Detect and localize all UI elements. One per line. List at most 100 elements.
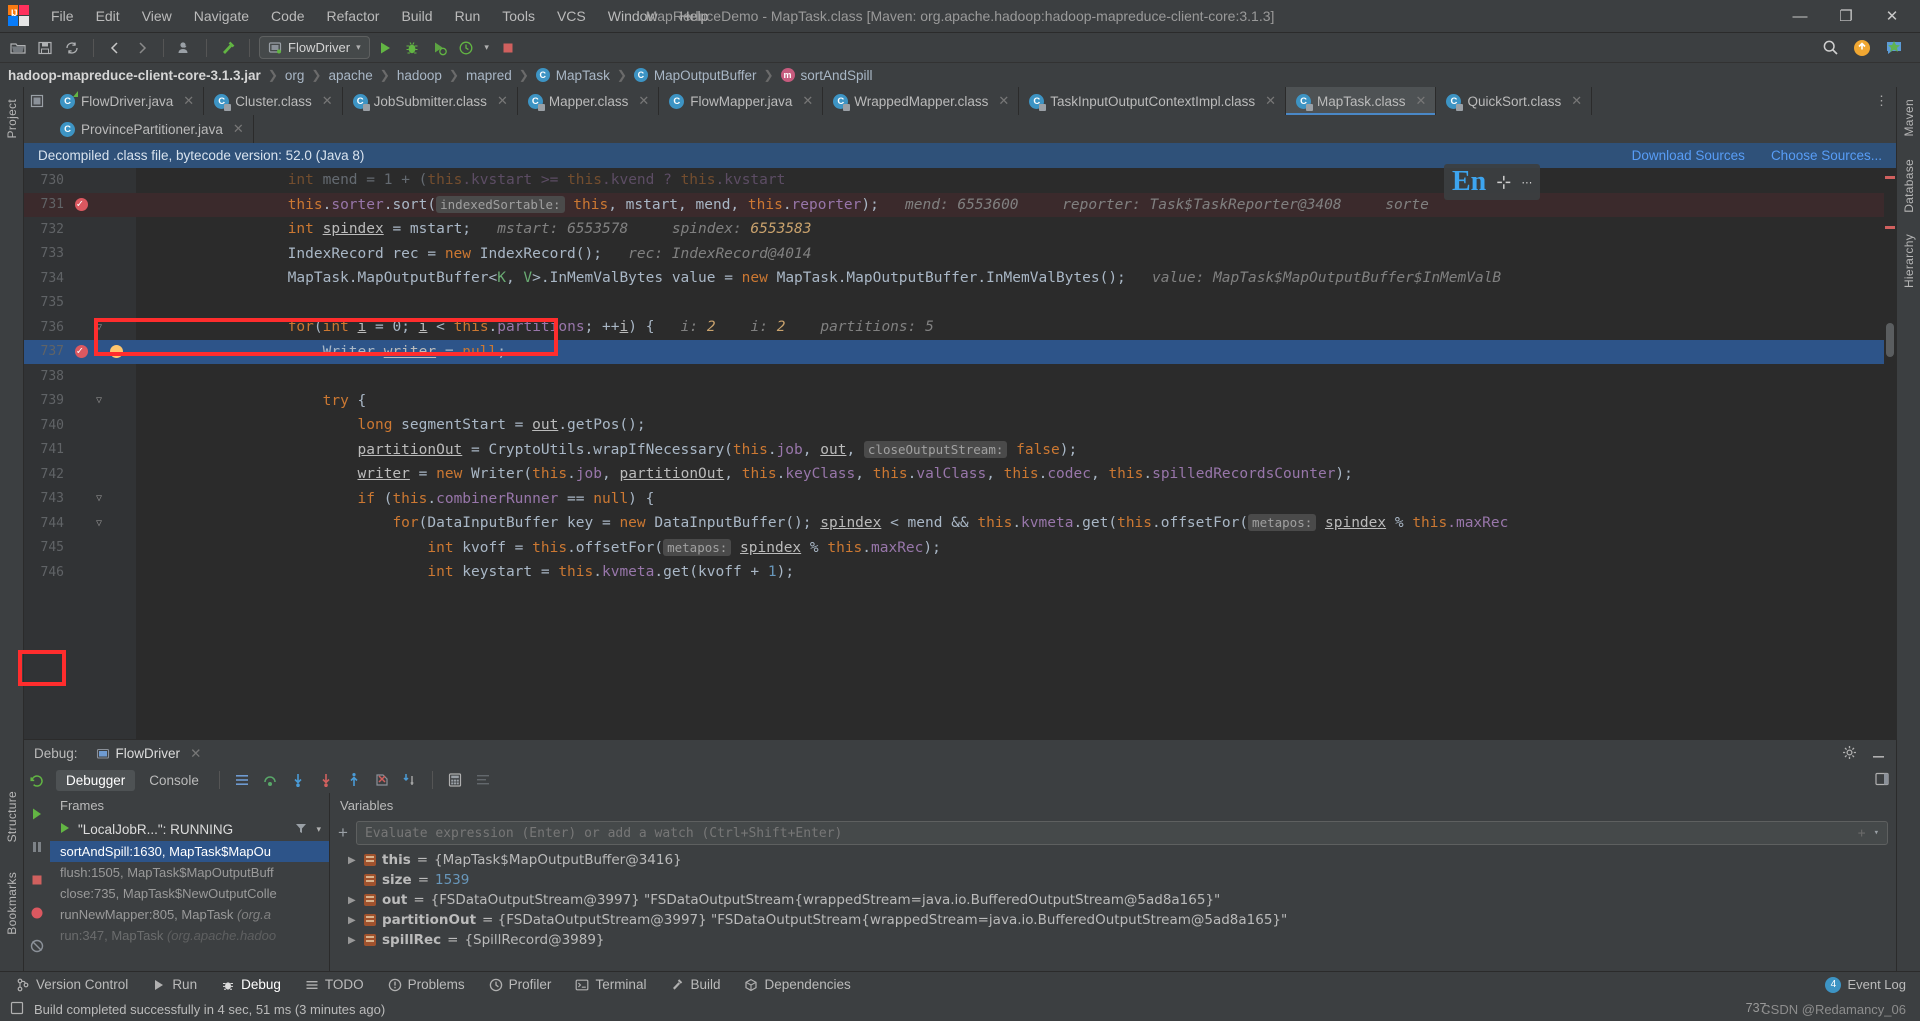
fold-icon[interactable]: ▽ <box>92 322 106 333</box>
chevron-right-icon[interactable]: ▶ <box>348 855 358 866</box>
breadcrumb-item-mapoutputbuffer[interactable]: MapOutputBuffer <box>654 68 757 83</box>
close-icon[interactable]: ✕ <box>190 746 201 762</box>
menu-window[interactable]: Window <box>597 4 669 28</box>
bottom-item-build[interactable]: Build <box>658 974 732 995</box>
force-step-into-icon[interactable] <box>314 768 338 792</box>
add-icon[interactable]: + <box>1858 826 1866 841</box>
tool-window-project[interactable]: Project <box>5 93 19 144</box>
menu-code[interactable]: Code <box>260 4 315 28</box>
save-all-icon[interactable] <box>33 36 57 60</box>
ime-indicator[interactable]: En ⊹ ⋯ <box>1444 164 1541 200</box>
variable-row[interactable]: ▶ partitionOut = {FSDataOutputStream@399… <box>330 910 1896 930</box>
settings-list-icon[interactable] <box>471 768 495 792</box>
variable-row[interactable]: size = 1539 <box>330 870 1896 890</box>
menu-navigate[interactable]: Navigate <box>183 4 260 28</box>
evaluate-expression-icon[interactable] <box>443 768 467 792</box>
code-editor[interactable]: 730 731 ✓ 732 733 734 735 736 ▽ 737 ✓ 73… <box>24 168 1896 739</box>
tab-jobsubmitter-class[interactable]: C JobSubmitter.class ✕ <box>342 87 518 115</box>
step-over-icon[interactable] <box>258 768 282 792</box>
stop-icon[interactable] <box>29 872 45 891</box>
tab-debugger[interactable]: Debugger <box>56 769 136 791</box>
editor-code-area[interactable]: int mend = 1 + (this.kvstart >= this.kve… <box>136 168 1896 739</box>
add-watch-icon[interactable]: + <box>338 823 348 843</box>
step-into-icon[interactable] <box>286 768 310 792</box>
step-out-icon[interactable] <box>342 768 366 792</box>
bottom-item-profiler[interactable]: Profiler <box>477 974 564 995</box>
error-stripe-mark[interactable] <box>1885 226 1895 229</box>
variables-list[interactable]: ▶ this = {MapTask$MapOutputBuffer@3416} <box>330 848 1896 971</box>
bottom-item-problems[interactable]: Problems <box>376 974 477 995</box>
tab-mapper-class[interactable]: C Mapper.class ✕ <box>517 87 660 115</box>
choose-sources-link[interactable]: Choose Sources... <box>1771 148 1882 163</box>
chevron-right-icon[interactable]: ▶ <box>348 935 358 946</box>
bottom-item-todo[interactable]: TODO <box>293 974 376 995</box>
stop-icon[interactable] <box>496 36 520 60</box>
breadcrumb-item-apache[interactable]: apache <box>328 68 372 83</box>
gear-icon[interactable] <box>1842 745 1857 763</box>
pause-icon[interactable] <box>29 839 45 858</box>
build-hammer-icon[interactable] <box>216 36 240 60</box>
maximize-button[interactable]: ❐ <box>1824 1 1868 32</box>
variable-row[interactable]: ▶ spillRec = {SpillRecord@3989} <box>330 930 1896 950</box>
profiler-icon[interactable] <box>454 36 478 60</box>
error-stripe-mark[interactable] <box>1885 176 1895 179</box>
close-icon[interactable]: ✕ <box>1265 93 1276 109</box>
chevron-right-icon[interactable]: ▶ <box>348 895 358 906</box>
variable-row[interactable]: ▶ this = {MapTask$MapOutputBuffer@3416} <box>330 850 1896 870</box>
tab-maptask-class[interactable]: C MapTask.class ✕ <box>1286 87 1437 115</box>
menu-view[interactable]: View <box>131 4 183 28</box>
tool-window-bookmarks[interactable]: Bookmarks <box>5 866 19 941</box>
menu-run[interactable]: Run <box>444 4 492 28</box>
debug-session-tab[interactable]: FlowDriver ✕ <box>88 744 210 764</box>
drop-frame-icon[interactable] <box>370 768 394 792</box>
pin-icon[interactable]: ⊹ <box>1496 172 1511 193</box>
open-folder-icon[interactable] <box>6 36 30 60</box>
layout-settings-icon[interactable] <box>1874 771 1890 790</box>
tab-cluster-class[interactable]: C Cluster.class ✕ <box>204 87 343 115</box>
resume-program-icon[interactable] <box>29 806 45 825</box>
run-to-cursor-icon[interactable] <box>398 768 422 792</box>
tab-wrappedmapper-class[interactable]: C WrappedMapper.class ✕ <box>823 87 1020 115</box>
variable-row[interactable]: ▶ out = {FSDataOutputStream@3997} "FSDat… <box>330 890 1896 910</box>
menu-vcs[interactable]: VCS <box>546 4 597 28</box>
frames-list[interactable]: sortAndSpill:1630, MapTask$MapOu flush:1… <box>50 841 329 971</box>
menu-tools[interactable]: Tools <box>491 4 546 28</box>
breadcrumb-item-maptask[interactable]: MapTask <box>556 68 610 83</box>
profiler-dropdown-icon[interactable]: ▾ <box>481 36 493 60</box>
download-sources-link[interactable]: Download Sources <box>1632 148 1745 163</box>
tool-window-maven[interactable]: Maven <box>1902 93 1916 143</box>
fold-icon[interactable]: ▽ <box>92 518 106 529</box>
breadcrumb-item-mapred[interactable]: mapred <box>466 68 512 83</box>
menu-build[interactable]: Build <box>390 4 443 28</box>
fold-icon[interactable]: ▽ <box>92 395 106 406</box>
breakpoint-icon[interactable]: ✓ <box>70 197 92 212</box>
menu-edit[interactable]: Edit <box>85 4 131 28</box>
settings-dots-icon[interactable]: ⋯ <box>1521 176 1532 189</box>
menu-file[interactable]: File <box>40 4 85 28</box>
sync-icon[interactable] <box>60 36 84 60</box>
menu-help[interactable]: Help <box>669 4 720 28</box>
scrollbar-thumb[interactable] <box>1886 323 1894 357</box>
tab-provincepartitioner-java[interactable]: C ProvincePartitioner.java ✕ <box>50 115 254 143</box>
show-execution-point-icon[interactable] <box>230 768 254 792</box>
tabs-list-icon[interactable] <box>24 87 50 115</box>
user-profile-icon[interactable] <box>173 36 197 60</box>
close-button[interactable]: ✕ <box>1870 1 1914 32</box>
back-icon[interactable] <box>103 36 127 60</box>
tool-window-structure[interactable]: Structure <box>5 785 19 848</box>
menu-refactor[interactable]: Refactor <box>316 4 391 28</box>
close-icon[interactable]: ✕ <box>998 93 1009 109</box>
frame-item[interactable]: flush:1505, MapTask$MapOutputBuff <box>50 862 329 883</box>
run-with-coverage-icon[interactable] <box>427 36 451 60</box>
chevron-right-icon[interactable]: ▶ <box>348 915 358 926</box>
close-icon[interactable]: ✕ <box>1416 93 1427 109</box>
breakpoint-icon[interactable]: ✓ <box>70 344 92 359</box>
view-breakpoints-icon[interactable] <box>29 905 45 924</box>
tab-console[interactable]: Console <box>139 770 209 791</box>
forward-icon[interactable] <box>130 36 154 60</box>
minimize-button[interactable]: — <box>1778 1 1822 32</box>
frame-item[interactable]: run:347, MapTask (org.apache.hadoo <box>50 925 329 946</box>
event-log-button[interactable]: 4 Event Log <box>1825 976 1906 993</box>
bottom-item-run[interactable]: Run <box>140 974 209 995</box>
chevron-down-icon[interactable]: ▾ <box>1874 828 1879 838</box>
